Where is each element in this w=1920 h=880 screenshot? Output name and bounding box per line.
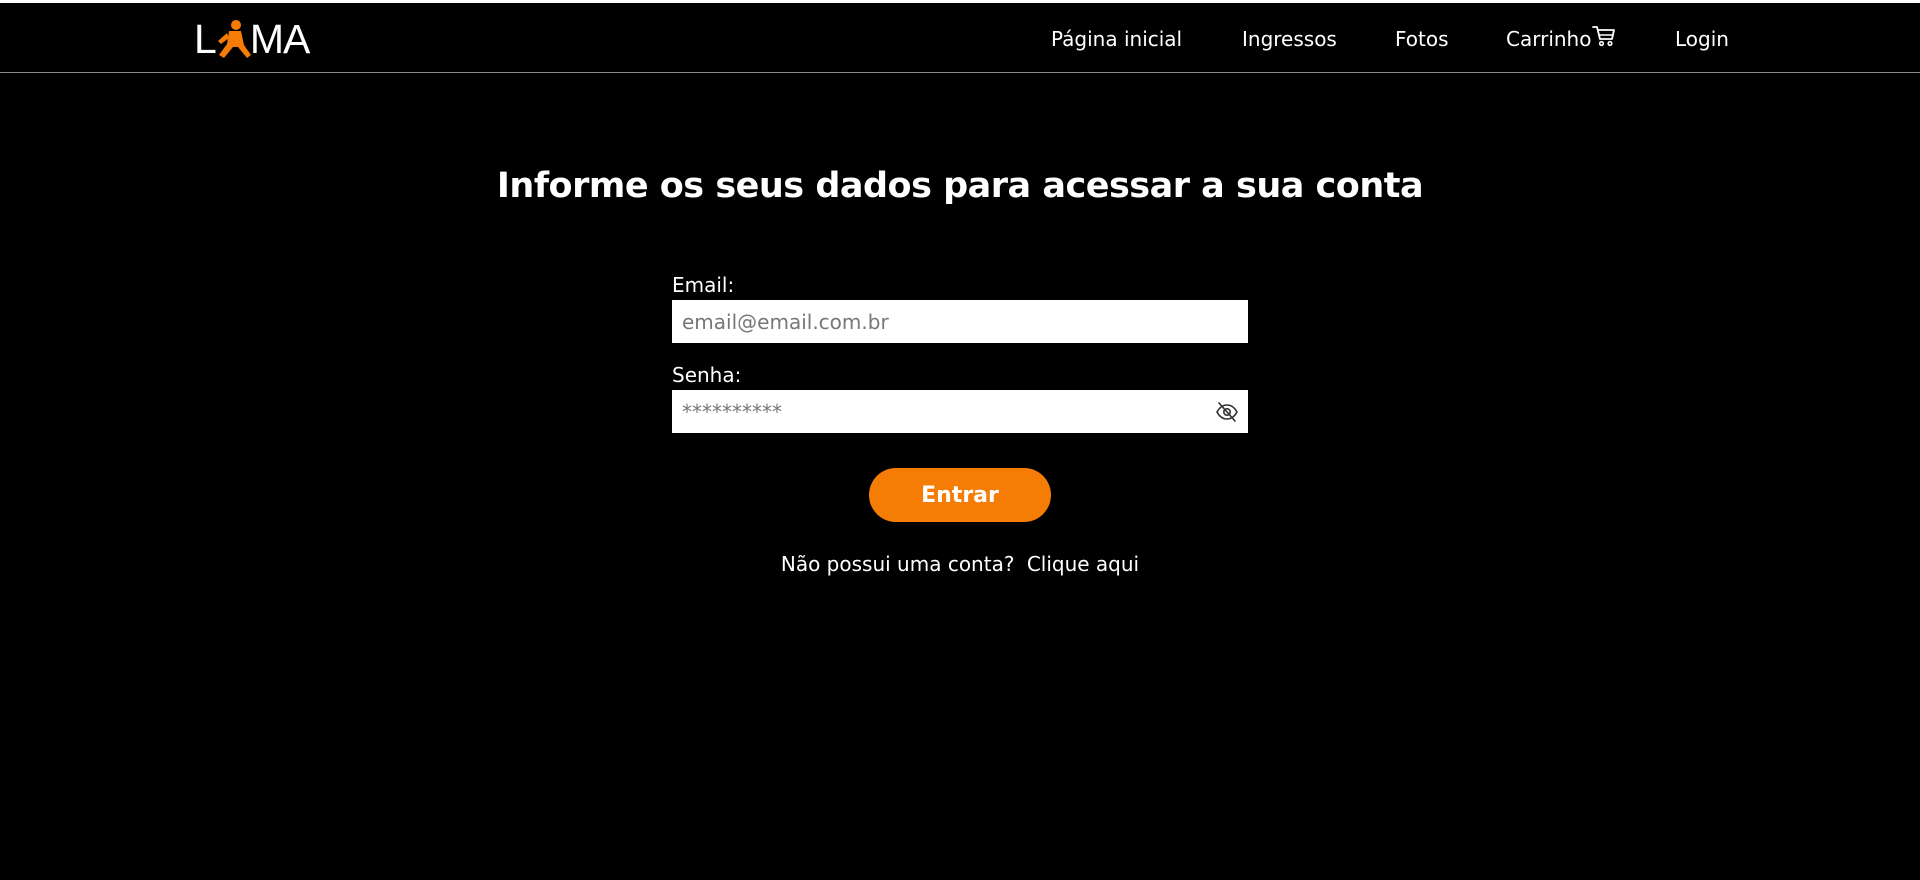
nav-cart-label: Carrinho (1506, 27, 1592, 51)
signup-prompt-text: Não possui uma conta? (780, 552, 1015, 576)
signup-prompt-row: Não possui uma conta? Clique aqui (0, 552, 1920, 576)
cart-icon (1592, 26, 1616, 47)
nav-login[interactable]: Login (1675, 27, 1729, 51)
nav-cart[interactable]: Carrinho (1506, 26, 1616, 51)
nav-menu: Página inicial Ingressos Fotos Carrinho … (0, 26, 1920, 57)
email-input[interactable] (672, 300, 1248, 343)
nav-tickets[interactable]: Ingressos (1242, 27, 1337, 51)
eye-off-icon[interactable] (1215, 400, 1239, 424)
password-label: Senha: (672, 363, 742, 387)
password-input[interactable] (672, 390, 1248, 433)
nav-home[interactable]: Página inicial (1051, 27, 1182, 51)
signup-link[interactable]: Clique aqui (1027, 552, 1139, 576)
submit-button[interactable]: Entrar (869, 468, 1051, 522)
nav-photos[interactable]: Fotos (1395, 27, 1449, 51)
navbar: L MA Página inicial Ingressos Fotos Carr… (0, 3, 1920, 73)
email-label: Email: (672, 273, 735, 297)
password-field-container (672, 390, 1248, 433)
email-field-container (672, 300, 1248, 343)
page-title: Informe os seus dados para acessar a sua… (496, 166, 1424, 206)
